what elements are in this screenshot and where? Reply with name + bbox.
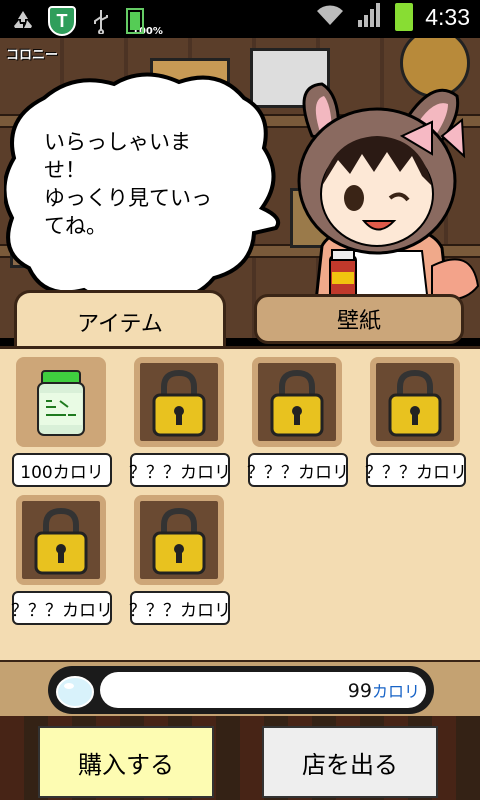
padlock-icon bbox=[152, 507, 206, 575]
bubble-text: いらっしゃいま せ！ ゆっくり見ていっ てね。 bbox=[44, 128, 244, 240]
item-slot-locked[interactable] bbox=[252, 357, 342, 447]
calorie-bar-track: 99カロリ bbox=[100, 672, 426, 708]
item-slot-locked[interactable] bbox=[16, 495, 106, 585]
bubble-line: ゆっくり見ていっ bbox=[44, 186, 212, 210]
padlock-icon bbox=[152, 369, 206, 437]
item-slot-locked[interactable] bbox=[370, 357, 460, 447]
exit-shop-button[interactable]: 店を出る bbox=[262, 726, 438, 798]
buy-button[interactable]: 購入する bbox=[38, 726, 214, 798]
calorie-unit: カロリ bbox=[371, 682, 420, 701]
calorie-bubble-icon bbox=[56, 676, 94, 708]
usb-icon bbox=[86, 6, 116, 36]
item-slot-locked[interactable] bbox=[134, 357, 224, 447]
padlock-icon bbox=[388, 369, 442, 437]
padlock-icon bbox=[34, 507, 88, 575]
bubble-line: いらっしゃいま bbox=[44, 130, 191, 154]
battery-small-icon bbox=[126, 7, 144, 34]
calorie-bar: 99カロリ bbox=[48, 666, 434, 714]
tab-items[interactable]: アイテム bbox=[14, 290, 226, 350]
status-bar: T 100% 4:33 bbox=[0, 0, 480, 38]
shield-app-icon: T bbox=[48, 5, 76, 36]
bottom-bar: 購入する 店を出る bbox=[0, 716, 480, 800]
category-tabs: アイテム 壁紙 bbox=[0, 290, 480, 350]
bubble-line: せ！ bbox=[44, 158, 86, 182]
item-price: ？？？カロリ bbox=[129, 591, 231, 625]
calorie-bar-area: 99カロリ bbox=[0, 660, 480, 716]
item-price: ？？？カロリ bbox=[247, 453, 349, 487]
colony-label: コロニー bbox=[6, 48, 59, 63]
speech-bubble: いらっしゃいま せ！ ゆっくり見ていっ てね。 bbox=[4, 68, 281, 306]
item-price: ？？？カロリ bbox=[129, 453, 231, 487]
wifi-icon bbox=[315, 3, 345, 31]
item-grid: 100カロリ ？？？カロリ ？？？カロリ ？？？カロリ ？？？カロリ ？？？カロ… bbox=[0, 346, 480, 660]
tab-wallpaper[interactable]: 壁紙 bbox=[254, 294, 464, 344]
padlock-icon bbox=[270, 369, 324, 437]
recycle-icon bbox=[8, 6, 38, 36]
item-price: ？？？カロリ bbox=[11, 591, 113, 625]
calorie-readout: 99カロリ bbox=[348, 678, 420, 702]
calorie-value: 99 bbox=[347, 680, 372, 702]
item-slot-locked[interactable] bbox=[134, 495, 224, 585]
signal-icon bbox=[357, 2, 383, 32]
clock: 4:33 bbox=[425, 3, 470, 30]
battery-icon bbox=[395, 3, 414, 31]
supplement-bottle-icon bbox=[37, 370, 85, 436]
item-price: 100カロリ bbox=[12, 453, 112, 487]
bubble-line: てね。 bbox=[44, 214, 107, 238]
item-slot[interactable] bbox=[16, 357, 106, 447]
item-price: ？？？カロリ bbox=[365, 453, 467, 487]
